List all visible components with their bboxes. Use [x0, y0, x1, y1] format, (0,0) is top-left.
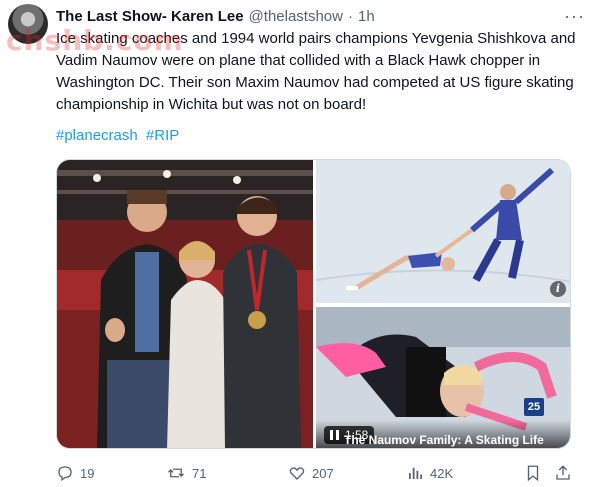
video-caption: The Naumov Family: A Skating Life — [344, 433, 544, 447]
author-name[interactable]: The Last Show- Karen Lee — [56, 8, 244, 25]
repost-count: 71 — [192, 465, 207, 481]
skating-pair-art — [316, 160, 570, 303]
family-photo[interactable] — [57, 160, 313, 448]
hashtag-planecrash[interactable]: #planecrash — [56, 127, 138, 144]
views-count: 42K — [430, 465, 454, 481]
separator: · — [348, 7, 353, 25]
reply-button[interactable]: 19 — [56, 464, 94, 482]
share-icon — [556, 465, 570, 480]
share-button[interactable] — [554, 464, 572, 482]
reply-icon — [58, 466, 72, 482]
tweet-text: Ice skating coaches and 1994 world pairs… — [56, 30, 576, 113]
skating-pair-photo[interactable]: i — [316, 160, 570, 303]
author-handle[interactable]: @thelastshow — [249, 8, 343, 25]
hashtag-rip[interactable]: #RIP — [146, 127, 179, 144]
like-icon — [289, 467, 305, 480]
reply-count: 19 — [80, 465, 95, 481]
more-icon[interactable]: ··· — [564, 6, 585, 27]
tweet-header: The Last Show- Karen Lee @thelastshow · … — [56, 6, 587, 26]
views-icon — [409, 467, 423, 479]
like-count: 207 — [312, 465, 334, 481]
bookmark-button[interactable] — [524, 464, 542, 482]
bookmark-icon — [527, 465, 539, 482]
timestamp[interactable]: 1h — [358, 8, 375, 25]
repost-button[interactable]: 71 — [166, 464, 206, 482]
hashtags: #planecrash #RIP — [56, 127, 183, 144]
family-photo-art — [57, 160, 313, 448]
pause-icon[interactable] — [330, 430, 339, 440]
media-grid: i 25 1:58 The Naumov Family: A Skating L… — [56, 159, 571, 449]
repost-icon — [168, 468, 184, 478]
channel-logo: 25 — [524, 398, 544, 416]
video-player[interactable]: 25 1:58 The Naumov Family: A Skating Lif… — [316, 307, 570, 448]
like-button[interactable]: 207 — [288, 464, 334, 482]
views-button[interactable]: 42K — [406, 464, 453, 482]
action-bar: 19 71 207 42K — [56, 462, 583, 484]
info-icon[interactable]: i — [550, 281, 566, 297]
author-avatar[interactable] — [8, 4, 48, 44]
